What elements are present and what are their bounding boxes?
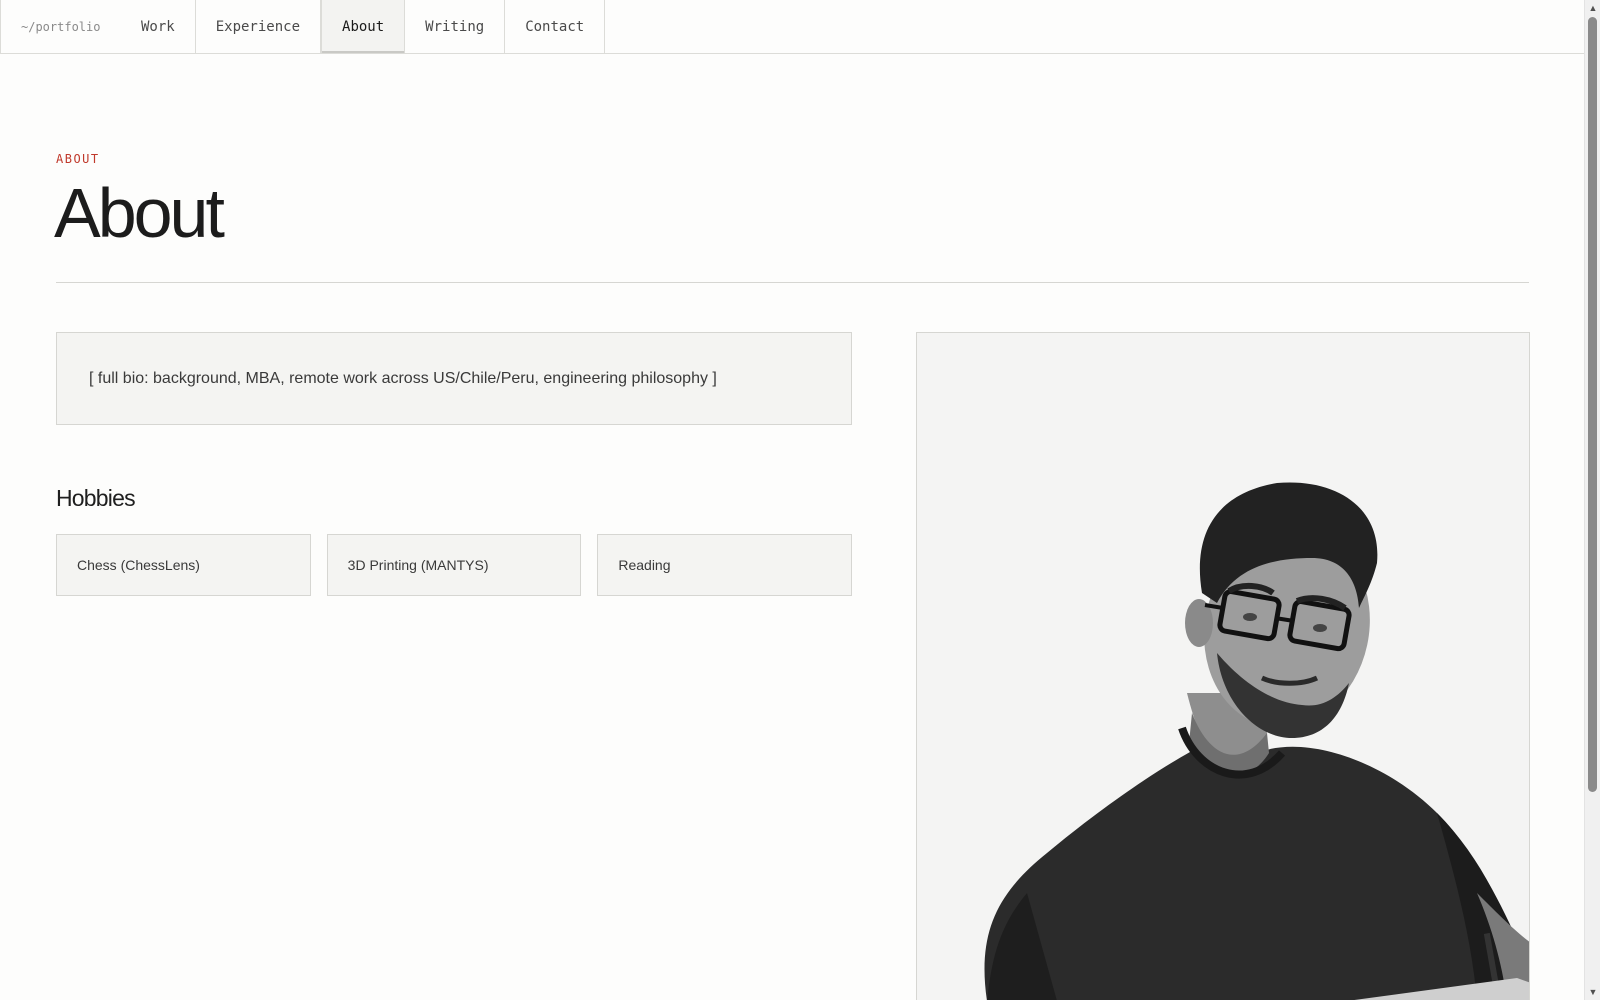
- page-title: About: [54, 174, 225, 252]
- section-eyebrow: ABOUT: [56, 152, 100, 166]
- bio-text: [ full bio: background, MBA, remote work…: [89, 369, 717, 387]
- hobby-card-reading: Reading: [597, 534, 853, 596]
- brand-link[interactable]: ~/portfolio: [1, 0, 121, 53]
- title-divider: [56, 282, 1529, 283]
- hobby-card-3d-printing: 3D Printing (MANTYS): [326, 534, 582, 596]
- scroll-thumb[interactable]: [1588, 17, 1597, 792]
- hobbies-heading: Hobbies: [56, 485, 136, 511]
- hobbies-list: Chess (ChessLens) 3D Printing (MANTYS) R…: [56, 534, 853, 596]
- nav-tab-work[interactable]: Work: [121, 0, 196, 53]
- nav-tab-about[interactable]: About: [321, 0, 406, 53]
- bio-placeholder: [ full bio: background, MBA, remote work…: [56, 332, 852, 425]
- top-navigation: ~/portfolio Work Experience About Writin…: [0, 0, 1584, 54]
- nav-tab-writing[interactable]: Writing: [405, 0, 506, 53]
- scroll-down-icon[interactable]: ▼: [1585, 984, 1600, 1000]
- profile-photo: [916, 332, 1530, 1000]
- portrait-image: [984, 482, 1529, 1000]
- hobby-card-chess: Chess (ChessLens): [56, 534, 311, 596]
- scroll-up-icon[interactable]: ▲: [1585, 0, 1600, 16]
- nav-tab-contact[interactable]: Contact: [505, 0, 606, 53]
- nav-tab-experience[interactable]: Experience: [196, 0, 322, 53]
- page-scrollbar[interactable]: ▲ ▼: [1584, 0, 1600, 1000]
